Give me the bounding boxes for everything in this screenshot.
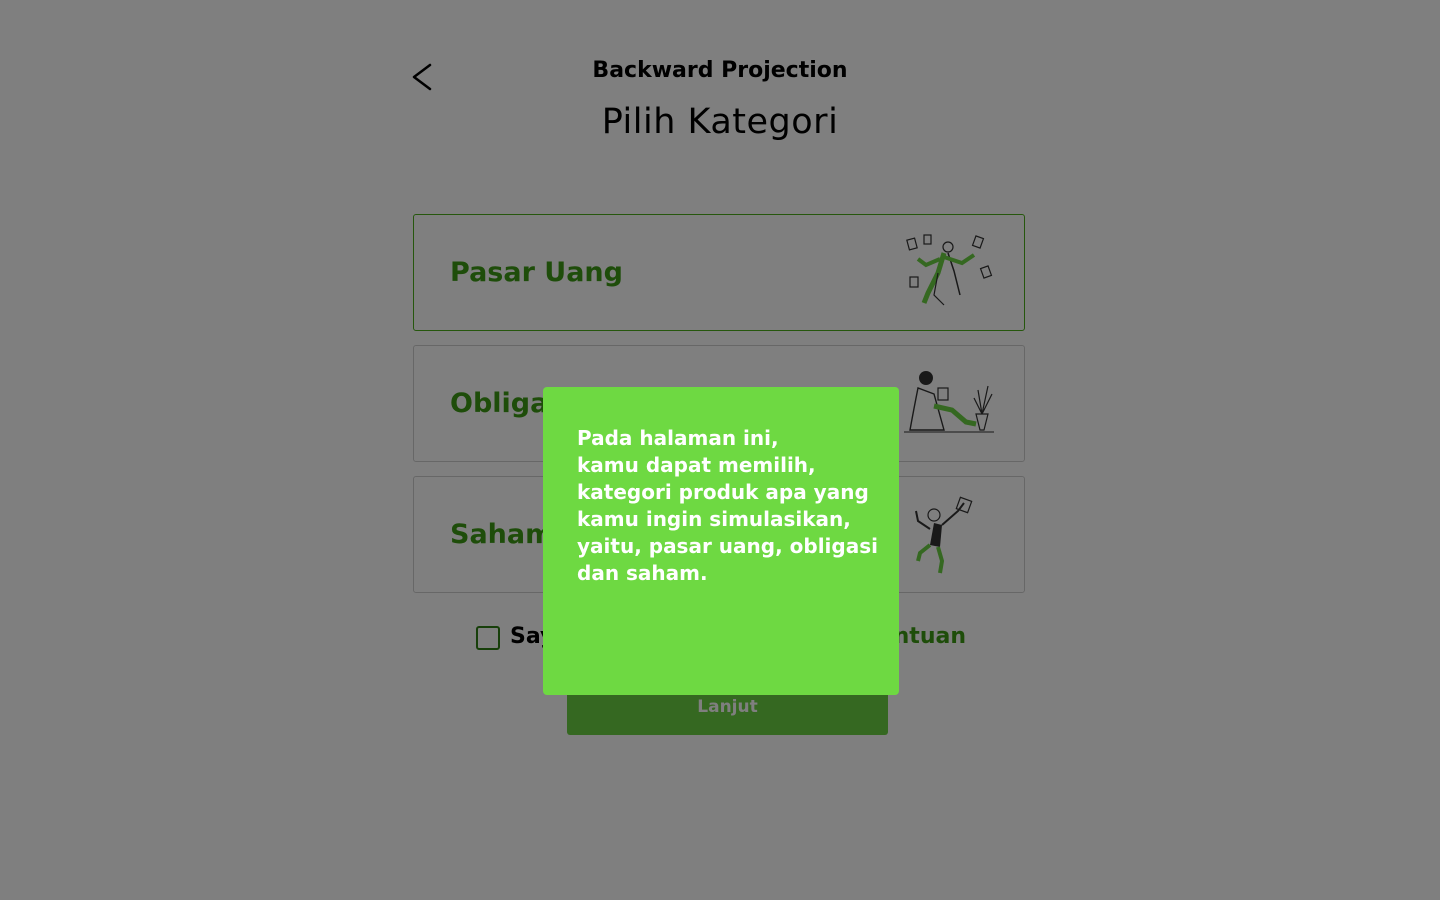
tooltip-line: dan saham.	[577, 561, 708, 585]
onboarding-tooltip: Pada halaman ini, kamu dapat memilih, ka…	[543, 387, 899, 695]
page: Backward Projection Pilih Kategori Pasar…	[0, 0, 1440, 900]
tooltip-line: kamu ingin simulasikan,	[577, 507, 851, 531]
tooltip-line: kategori produk apa yang	[577, 480, 869, 504]
tooltip-line: Pada halaman ini,	[577, 426, 779, 450]
tooltip-line: yaitu, pasar uang, obligasi	[577, 534, 878, 558]
tooltip-line: kamu dapat memilih,	[577, 453, 816, 477]
